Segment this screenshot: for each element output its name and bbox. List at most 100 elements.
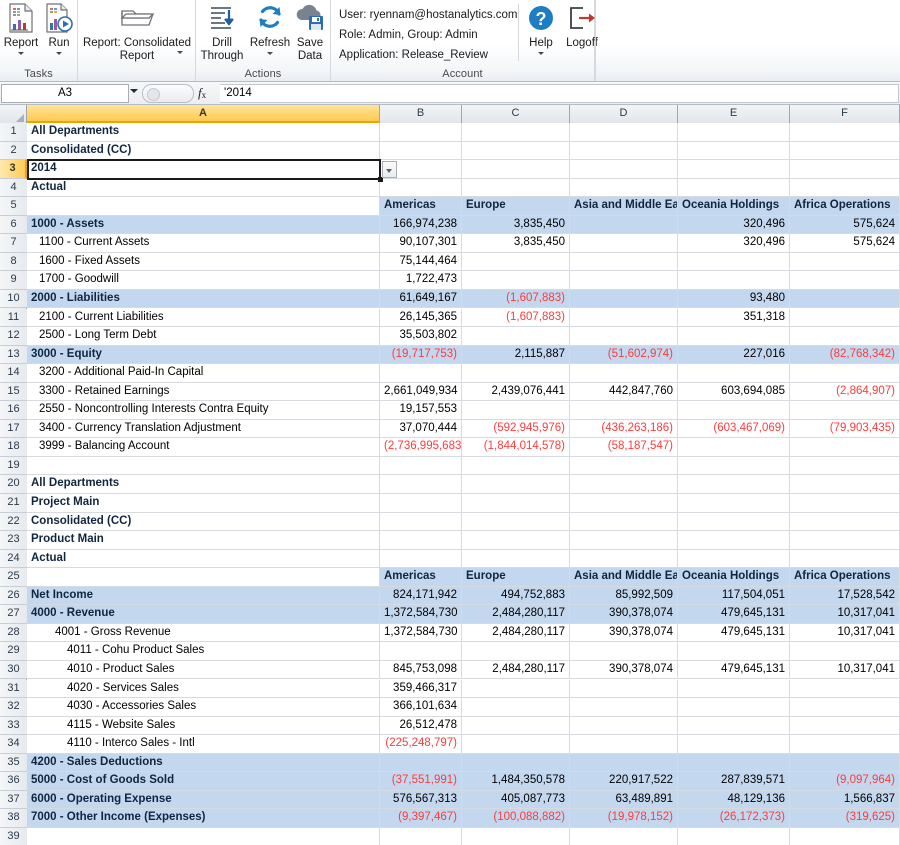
cell-C29[interactable] <box>462 642 570 660</box>
cell-A19[interactable] <box>27 456 380 475</box>
cell-D18[interactable]: (58,187,547) <box>570 438 678 456</box>
cell-E11[interactable]: 351,318 <box>678 308 790 327</box>
cell-E5[interactable]: Oceania Holdings <box>678 197 790 215</box>
cell-A5[interactable] <box>27 197 380 215</box>
cell-B16[interactable]: 19,157,553 <box>380 401 462 419</box>
cell-B24[interactable] <box>380 549 462 568</box>
cell-C23[interactable] <box>462 531 570 549</box>
cell-B11[interactable]: 26,145,365 <box>380 308 462 327</box>
cell-C24[interactable] <box>462 549 570 568</box>
row-header-18[interactable]: 18 <box>0 438 27 457</box>
cell-D2[interactable] <box>570 141 678 160</box>
cell-F22[interactable] <box>790 512 900 531</box>
cell-C13[interactable]: 2,115,887 <box>462 345 570 364</box>
column-header-d[interactable]: D <box>570 105 678 123</box>
cell-E4[interactable] <box>678 178 790 197</box>
cell-C32[interactable] <box>462 698 570 716</box>
chevron-down-icon[interactable] <box>177 51 183 54</box>
cell-C16[interactable] <box>462 401 570 419</box>
column-header-a[interactable]: A <box>27 105 380 123</box>
cell-A15[interactable]: 3300 - Retained Earnings <box>27 382 380 401</box>
cell-E34[interactable] <box>678 735 790 753</box>
cell-D7[interactable] <box>570 234 678 252</box>
row-header-5[interactable]: 5 <box>0 197 27 216</box>
cell-F34[interactable] <box>790 735 900 753</box>
cell-A39[interactable] <box>27 827 380 845</box>
cell-D36[interactable]: 220,917,522 <box>570 772 678 790</box>
cell-B23[interactable] <box>380 531 462 549</box>
cell-C9[interactable] <box>462 271 570 289</box>
cell-B13[interactable]: (19,717,753) <box>380 345 462 364</box>
row-header-15[interactable]: 15 <box>0 382 27 402</box>
run-button[interactable]: Run <box>42 2 76 55</box>
cell-C20[interactable] <box>462 475 570 493</box>
cell-D23[interactable] <box>570 531 678 549</box>
cell-D20[interactable] <box>570 475 678 493</box>
cell-F26[interactable]: 17,528,542 <box>790 586 900 605</box>
cell-A35[interactable]: 4200 - Sales Deductions <box>27 753 380 772</box>
cell-B6[interactable]: 166,974,238 <box>380 215 462 234</box>
chevron-down-icon[interactable] <box>538 51 544 55</box>
cell-F32[interactable] <box>790 698 900 716</box>
cell-E16[interactable] <box>678 401 790 419</box>
cell-D17[interactable]: (436,263,186) <box>570 419 678 438</box>
row-header-14[interactable]: 14 <box>0 364 27 383</box>
cell-B33[interactable]: 26,512,478 <box>380 716 462 735</box>
cell-A22[interactable]: Consolidated (CC) <box>27 512 380 531</box>
cell-D13[interactable]: (51,602,974) <box>570 345 678 364</box>
cell-A23[interactable]: Product Main <box>27 531 380 549</box>
cell-D39[interactable] <box>570 827 678 845</box>
cell-C35[interactable] <box>462 753 570 772</box>
cell-C1[interactable] <box>462 123 570 141</box>
cell-C21[interactable] <box>462 494 570 512</box>
row-header-8[interactable]: 8 <box>0 252 27 272</box>
cell-E26[interactable]: 117,504,051 <box>678 586 790 605</box>
cell-D6[interactable] <box>570 215 678 234</box>
cell-D11[interactable] <box>570 308 678 327</box>
cell-B17[interactable]: 37,070,444 <box>380 419 462 438</box>
cell-C30[interactable]: 2,484,280,117 <box>462 660 570 679</box>
cell-D4[interactable] <box>570 178 678 197</box>
cell-C10[interactable]: (1,607,883) <box>462 289 570 308</box>
cell-D3[interactable] <box>570 160 678 178</box>
cell-D29[interactable] <box>570 642 678 660</box>
cell-E31[interactable] <box>678 679 790 698</box>
cell-D5[interactable]: Asia and Middle East <box>570 197 678 215</box>
cell-C6[interactable]: 3,835,450 <box>462 215 570 234</box>
cell-F21[interactable] <box>790 494 900 512</box>
cell-E18[interactable] <box>678 438 790 456</box>
cell-A8[interactable]: 1600 - Fixed Assets <box>27 252 380 271</box>
cell-F24[interactable] <box>790 549 900 568</box>
help-button[interactable]: ? Help <box>523 2 559 55</box>
cell-C5[interactable]: Europe <box>462 197 570 215</box>
cell-E19[interactable] <box>678 456 790 475</box>
cell-B35[interactable] <box>380 753 462 772</box>
cell-F36[interactable]: (9,097,964) <box>790 772 900 790</box>
chevron-down-icon[interactable] <box>56 51 62 55</box>
cell-F27[interactable]: 10,317,041 <box>790 605 900 623</box>
row-header-24[interactable]: 24 <box>0 549 27 569</box>
cell-B30[interactable]: 845,753,098 <box>380 660 462 679</box>
cell-B18[interactable]: (2,736,995,683) <box>380 438 462 456</box>
row-header-13[interactable]: 13 <box>0 345 27 365</box>
cell-E1[interactable] <box>678 123 790 141</box>
row-header-39[interactable]: 39 <box>0 827 27 845</box>
cell-D9[interactable] <box>570 271 678 289</box>
cell-D8[interactable] <box>570 252 678 271</box>
cell-A13[interactable]: 3000 - Equity <box>27 345 380 364</box>
cell-B12[interactable]: 35,503,802 <box>380 327 462 345</box>
cell-A28[interactable]: 4001 - Gross Revenue <box>27 623 380 642</box>
row-header-34[interactable]: 34 <box>0 735 27 754</box>
cell-F5[interactable]: Africa Operations <box>790 197 900 215</box>
cell-C12[interactable] <box>462 327 570 345</box>
cell-D30[interactable]: 390,378,074 <box>570 660 678 679</box>
cell-C26[interactable]: 494,752,883 <box>462 586 570 605</box>
cell-D38[interactable]: (19,978,152) <box>570 809 678 827</box>
data-validation-dropdown-arrow[interactable] <box>382 161 397 179</box>
column-header-e[interactable]: E <box>678 105 790 123</box>
row-header-36[interactable]: 36 <box>0 772 27 791</box>
cell-F30[interactable]: 10,317,041 <box>790 660 900 679</box>
cell-E23[interactable] <box>678 531 790 549</box>
cell-C31[interactable] <box>462 679 570 698</box>
cell-A31[interactable]: 4020 - Services Sales <box>27 679 380 698</box>
